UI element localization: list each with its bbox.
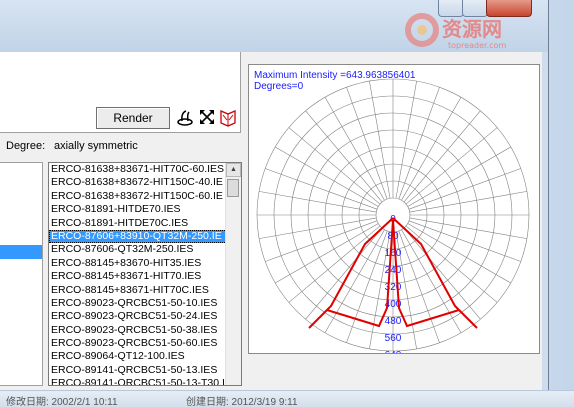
file-list-item[interactable]: ERCO-89023-QRCBC51-50-10.IES	[49, 297, 241, 310]
polar-grid-spoke	[288, 225, 381, 303]
polar-grid-spoke	[259, 217, 377, 239]
polar-grid-spoke	[346, 230, 388, 343]
polar-grid-spoke	[409, 217, 527, 239]
polar-grid-spoke	[398, 87, 440, 200]
scale-label: 160	[385, 248, 402, 259]
polar-grid-spoke	[403, 110, 481, 203]
fit-view-icon[interactable]	[198, 107, 216, 127]
polar-grid-spoke	[398, 230, 440, 343]
status-bar: 修改日期: 2002/2/1 10:11 创建日期: 2012/3/19 9:1…	[0, 390, 574, 408]
scale-label: 240	[385, 265, 402, 276]
file-list-item[interactable]: ERCO-81638+83672-HIT150C-40.IE	[49, 176, 241, 189]
scroll-up-icon[interactable]: ▲	[226, 163, 241, 177]
scale-label: 480	[385, 316, 402, 327]
left-list-selected-row[interactable]	[0, 245, 42, 259]
polar-grid-spoke	[288, 127, 381, 205]
polar-grid-spoke	[401, 229, 462, 333]
file-list-item[interactable]: ERCO-89141-QRCBC51-50-13-T30.IE	[49, 377, 241, 385]
client-area: Render Degree: axially symmetric ERCO-81…	[0, 52, 548, 390]
polar-grid-spoke	[403, 227, 481, 320]
polar-grid-spoke	[265, 168, 378, 210]
polar-grid-spoke	[395, 81, 417, 199]
render-button[interactable]: Render	[96, 107, 170, 129]
polar-grid-spoke	[305, 110, 383, 203]
polar-grid-spoke	[407, 223, 511, 284]
polar-grid-spoke	[405, 225, 498, 303]
polar-grid-spoke	[409, 191, 527, 213]
file-list-item[interactable]: ERCO-87606+83910-QT32M-250.IE	[49, 229, 241, 244]
title-bar: 资源网 topreader.com	[0, 0, 548, 52]
scale-label: 640	[385, 350, 402, 353]
polar-plot: Maximum Intensity =643.963856401 Degrees…	[248, 64, 540, 354]
file-list-item[interactable]: ERCO-81638+83671-HIT70C-60.IES	[49, 163, 241, 176]
polar-grid-spoke	[369, 81, 391, 199]
window-right-edge	[542, 52, 548, 390]
polar-grid-spoke	[324, 229, 385, 333]
file-list-scrollbar[interactable]: ▲	[225, 163, 241, 385]
file-list-item[interactable]: ERCO-89023-QRCBC51-50-60.IES	[49, 337, 241, 350]
lamp-icon[interactable]	[176, 107, 194, 127]
polar-grid-spoke	[408, 220, 521, 262]
ies-file-list[interactable]: ERCO-81638+83671-HIT70C-60.IES ERCO-81638…	[48, 162, 242, 386]
polar-grid-spoke	[265, 220, 378, 262]
file-list-item[interactable]: ERCO-81638+83672-HIT150C-60.IE	[49, 190, 241, 203]
file-list-item[interactable]: ERCO-81891-HITDE70C.IES	[49, 217, 241, 230]
book-icon[interactable]	[219, 107, 237, 127]
file-list-item[interactable]: ERCO-89064-QT12-100.IES	[49, 350, 241, 363]
file-list-item[interactable]: ERCO-89141-QRCBC51-50-13.IES	[49, 364, 241, 377]
polar-grid-spoke	[275, 223, 379, 284]
file-list-item[interactable]: ERCO-88145+83671-HIT70.IES	[49, 270, 241, 283]
logo-text: 资源网	[442, 17, 502, 41]
degree-label: Degree:	[6, 140, 46, 152]
left-list[interactable]	[0, 162, 43, 386]
render-button-label: Render	[113, 111, 153, 125]
file-list-item[interactable]: ERCO-89023-QRCBC51-50-24.IES	[49, 310, 241, 323]
polar-grid-spoke	[407, 146, 511, 207]
degree-value: axially symmetric	[54, 140, 138, 152]
file-list-item[interactable]: ERCO-81891-HITDE70.IES	[49, 203, 241, 216]
file-list-item[interactable]: ERCO-88145+83670-HIT35.IES	[49, 257, 241, 270]
logo-subtext: topreader.com	[448, 41, 506, 50]
polar-grid-spoke	[401, 97, 462, 201]
app-window: 资源网 topreader.com Render Degree: axially…	[0, 0, 549, 391]
scroll-thumb[interactable]	[227, 179, 239, 197]
polar-grid-spoke	[259, 191, 377, 213]
file-list-items: ERCO-81638+83671-HIT70C-60.IES ERCO-81638…	[49, 163, 241, 385]
watermark-logo: 资源网 topreader.com	[405, 13, 506, 50]
scale-label: 560	[385, 333, 402, 344]
file-list-item[interactable]: ERCO-87606-QT32M-250.IES	[49, 243, 241, 256]
polar-grid-spoke	[408, 168, 521, 210]
polar-grid-spoke	[275, 146, 379, 207]
polar-grid-spoke	[324, 97, 385, 201]
polar-diagram: 080160240320400480560640	[256, 78, 530, 353]
polar-grid-spoke	[405, 127, 498, 205]
polar-grid-spoke	[346, 87, 388, 200]
file-list-item[interactable]: ERCO-89023-QRCBC51-50-38.IES	[49, 324, 241, 337]
polar-grid-spoke	[305, 227, 383, 320]
file-list-item[interactable]: ERCO-88145+83671-HIT70C.IES	[49, 284, 241, 297]
